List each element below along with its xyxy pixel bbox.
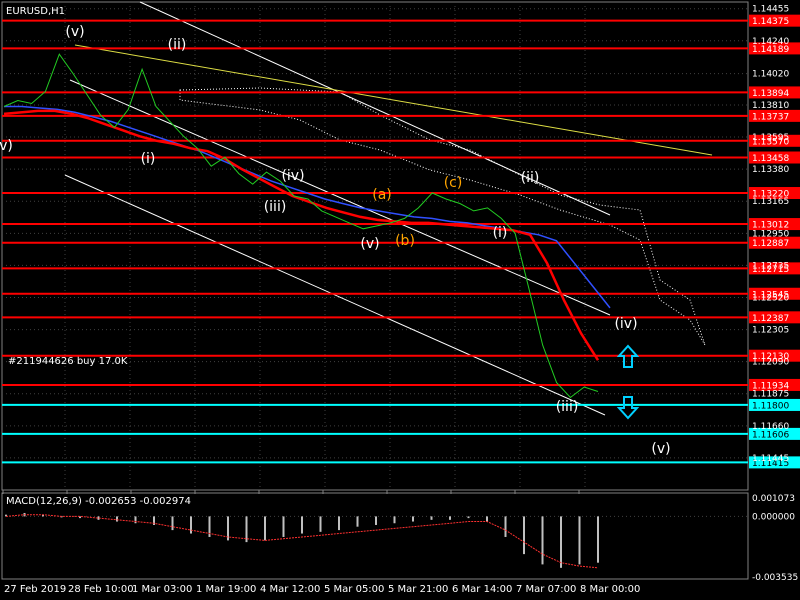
- macd-bar: [375, 516, 377, 525]
- macd-bar: [393, 516, 396, 524]
- resistance-price-text: 1.14375: [752, 17, 789, 27]
- time-tick-label: 4 Mar 12:00: [260, 584, 320, 595]
- price-tick-label: 1.13380: [752, 165, 789, 175]
- wave-label: (i): [493, 225, 508, 241]
- wave-label: (i): [141, 151, 156, 167]
- time-tick-label: 8 Mar 00:00: [580, 584, 640, 595]
- macd-bar: [319, 516, 322, 532]
- wave-label: v): [0, 138, 13, 154]
- support-price-text: 1.11606: [752, 430, 789, 440]
- macd-label: MACD(12,26,9) -0.002653 -0.002974: [6, 496, 191, 507]
- macd-bar: [578, 516, 581, 565]
- resistance-price-text: 1.12887: [752, 239, 789, 249]
- wave-label: (ii): [168, 37, 187, 53]
- time-tick-label: 27 Feb 2019: [4, 584, 66, 595]
- macd-tick-label: -0.003535: [752, 573, 798, 583]
- price-tick-label: 1.11875: [752, 390, 789, 400]
- wave-label: (ii): [521, 170, 540, 186]
- wave-label: (iv): [614, 316, 637, 332]
- resistance-price-text: 1.13737: [752, 112, 789, 122]
- time-tick-label: 5 Mar 05:00: [324, 584, 384, 595]
- resistance-price-tag: 1.13458: [749, 151, 800, 164]
- macd-bar: [282, 516, 285, 537]
- resistance-price-tag: 1.13737: [749, 109, 800, 122]
- macd-bar: [134, 516, 137, 524]
- time-tick-label: 1 Mar 19:00: [196, 584, 256, 595]
- time-tick-label: 28 Feb 10:00: [68, 584, 134, 595]
- macd-bar: [171, 516, 174, 531]
- support-price-tag: 1.11800: [749, 398, 800, 411]
- resistance-price-tag: 1.12387: [749, 311, 800, 324]
- price-tick-label: 1.11445: [752, 454, 789, 464]
- price-tick-label: 1.13810: [752, 101, 789, 111]
- resistance-price-tag: 1.14375: [749, 14, 800, 27]
- wave-label: (iii): [556, 399, 579, 415]
- macd-bar: [301, 516, 303, 534]
- macd-bar: [116, 516, 118, 522]
- macd-bar: [190, 516, 192, 534]
- wave-label: (a): [372, 187, 392, 203]
- macd-bar: [504, 516, 507, 537]
- time-tick-label: 6 Mar 14:00: [452, 584, 512, 595]
- price-tick-label: 1.13595: [752, 133, 789, 143]
- wave-label: (c): [444, 175, 463, 191]
- macd-bar: [486, 516, 488, 522]
- resistance-price-text: 1.13458: [752, 154, 789, 164]
- macd-bar: [449, 516, 451, 520]
- macd-tick-label: 0.000000: [752, 512, 795, 522]
- macd-bar: [560, 516, 562, 568]
- macd-bar: [430, 516, 433, 520]
- order-label: #211944626 buy 17.0K: [8, 356, 128, 367]
- time-tick-label: 5 Mar 21:00: [388, 584, 448, 595]
- price-tick-label: 1.12520: [752, 293, 789, 303]
- price-tick-label: 1.12305: [752, 326, 789, 336]
- price-tick-label: 1.14020: [752, 70, 789, 80]
- price-tick-label: 1.12090: [752, 358, 789, 368]
- price-tick-label: 1.11660: [752, 422, 789, 432]
- price-tick-label: 1.14240: [752, 37, 789, 47]
- macd-bar: [467, 516, 470, 519]
- time-tick-label: 1 Mar 03:00: [132, 584, 192, 595]
- wave-label: (v): [651, 441, 670, 457]
- price-tick-label: 1.12735: [752, 261, 789, 271]
- macd-bar: [597, 516, 599, 563]
- resistance-price-tag: 1.13894: [749, 86, 800, 99]
- macd-bar: [412, 516, 414, 522]
- wave-label: (iv): [281, 168, 304, 184]
- price-tick-label: 1.12950: [752, 229, 789, 239]
- macd-tick-label: 0.001073: [752, 494, 795, 504]
- symbol-title: EURUSD,H1: [6, 6, 65, 17]
- price-tick-label: 1.13165: [752, 197, 789, 207]
- resistance-price-text: 1.13894: [752, 89, 789, 99]
- time-tick-label: 7 Mar 07:00: [516, 584, 576, 595]
- resistance-price-text: 1.12387: [752, 314, 789, 324]
- macd-bar: [523, 516, 525, 555]
- wave-label: (iii): [264, 199, 287, 215]
- wave-label: (v): [360, 236, 379, 252]
- price-axis: 1.14455 1.14240 1.14020 1.13810 1.13595 1.133…: [752, 5, 789, 464]
- support-price-text: 1.11800: [752, 401, 789, 411]
- macd-bar: [356, 516, 359, 527]
- price-tick-label: 1.14455: [752, 5, 789, 15]
- wave-label: (b): [395, 233, 415, 249]
- macd-bar: [338, 516, 340, 531]
- macd-bar: [541, 516, 544, 565]
- wave-label: (v): [65, 24, 84, 40]
- eurusd-h1-chart: EURUSD,H1 #211944626 buy 17.0K 1.143751.…: [0, 0, 800, 600]
- macd-bar: [264, 516, 266, 541]
